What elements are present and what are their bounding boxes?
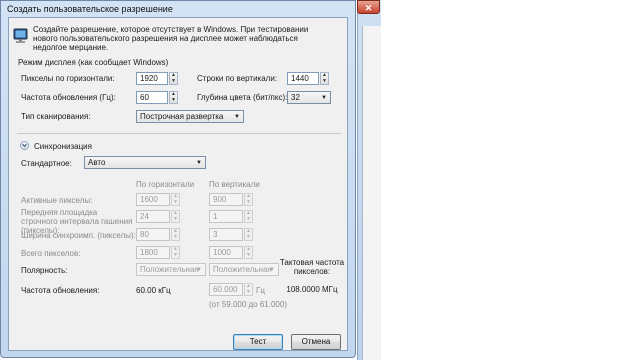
active-h-input[interactable]: 1600 (136, 193, 170, 206)
sync-width-v-spinner[interactable]: ▲ ▼ (244, 228, 253, 241)
v-lines-spinner[interactable]: ▲ ▼ (320, 72, 329, 85)
test-button[interactable]: Тест (233, 334, 283, 350)
refresh-hz-spinner[interactable]: ▲ ▼ (244, 283, 253, 296)
dropdown-arrow-icon: ▼ (196, 267, 202, 273)
standard-select[interactable]: Авто ▼ (84, 156, 206, 169)
front-porch-h-input[interactable]: 24 (136, 210, 170, 223)
refresh-spinner[interactable]: ▲ ▼ (169, 91, 178, 104)
spin-down-icon[interactable]: ▼ (321, 78, 328, 85)
spin-down-icon[interactable]: ▼ (245, 252, 252, 259)
standard-value: Авто (88, 158, 106, 167)
total-v-input[interactable]: 1000 (209, 246, 243, 259)
intro-text: Создайте разрешение, которое отсутствует… (33, 25, 309, 52)
close-icon[interactable]: ✕ (357, 0, 380, 14)
refresh-input[interactable]: 60 (136, 91, 168, 104)
spin-down-icon[interactable]: ▼ (172, 234, 179, 241)
scan-type-select[interactable]: Построчная развертка ▼ (136, 110, 244, 123)
color-depth-select[interactable]: 32 ▼ (287, 91, 331, 104)
polarity-h-select[interactable]: Положительная ▼ (136, 263, 206, 276)
spin-down-icon[interactable]: ▼ (245, 216, 252, 223)
polarity-label: Полярность: (21, 266, 68, 275)
color-depth-label: Глубина цвета (бит/пкс): (197, 93, 288, 102)
spin-down-icon[interactable]: ▼ (170, 78, 177, 85)
active-h-spinner[interactable]: ▲ ▼ (171, 193, 180, 206)
dialog-title: Создать пользовательское разрешение (7, 4, 173, 14)
timing-section-label: Синхронизация (34, 142, 92, 151)
dropdown-arrow-icon: ▼ (234, 114, 240, 120)
background-window (357, 0, 381, 360)
v-lines-input[interactable]: 1440 (287, 72, 319, 85)
refresh-label: Частота обновления (Гц): (21, 93, 116, 102)
column-header-horizontal: По горизонтали (136, 180, 195, 189)
pixel-clock-label: Тактовая частота пикселов: (279, 258, 345, 276)
display-mode-section-label: Режим дисплея (как сообщает Windows) (18, 58, 169, 67)
total-v-spinner[interactable]: ▲ ▼ (244, 246, 253, 259)
pixel-clock-value: 108.0000 МГц (286, 285, 338, 294)
spin-down-icon[interactable]: ▼ (245, 289, 252, 296)
sync-width-label: Ширина синхроимп. (пикселы): (21, 231, 136, 240)
refresh-range-text: (от 59.000 до 61.000) (209, 300, 287, 309)
background-window-content (362, 26, 381, 360)
spin-down-icon[interactable]: ▼ (172, 199, 179, 206)
dropdown-arrow-icon: ▼ (321, 95, 327, 101)
front-porch-v-spinner[interactable]: ▲ ▼ (244, 210, 253, 223)
h-pixels-spinner[interactable]: ▲ ▼ (169, 72, 178, 85)
h-pixels-label: Пикселы по горизонтали: (21, 74, 115, 83)
color-depth-value: 32 (291, 93, 300, 102)
active-v-spinner[interactable]: ▲ ▼ (244, 193, 253, 206)
scan-type-label: Тип сканирования: (21, 112, 91, 121)
standard-label: Стандартное: (21, 159, 72, 168)
active-v-input[interactable]: 900 (209, 193, 243, 206)
polarity-h-value: Положительная (140, 265, 199, 274)
custom-resolution-dialog: Создать пользовательское разрешение Созд… (0, 0, 356, 358)
spin-down-icon[interactable]: ▼ (245, 199, 252, 206)
refresh-hz-unit: Гц (256, 286, 265, 295)
polarity-v-select[interactable]: Положительная ▼ (209, 263, 279, 276)
dialog-client-area: Создайте разрешение, которое отсутствует… (8, 17, 348, 351)
total-h-spinner[interactable]: ▲ ▼ (171, 246, 180, 259)
sync-width-h-spinner[interactable]: ▲ ▼ (171, 228, 180, 241)
sync-width-v-input[interactable]: 3 (209, 228, 243, 241)
spin-down-icon[interactable]: ▼ (170, 97, 177, 104)
refresh-rate-label: Частота обновления: (21, 286, 100, 295)
spin-down-icon[interactable]: ▼ (245, 234, 252, 241)
front-porch-h-spinner[interactable]: ▲ ▼ (171, 210, 180, 223)
cancel-button[interactable]: Отмена (291, 334, 341, 350)
expander-chevron-icon[interactable] (20, 141, 29, 150)
scan-type-value: Построчная развертка (140, 112, 224, 121)
active-pixels-label: Активные пикселы: (21, 196, 93, 205)
section-divider (17, 133, 341, 134)
spin-down-icon[interactable]: ▼ (172, 216, 179, 223)
refresh-khz-value: 60.00 кГц (136, 286, 171, 295)
dropdown-arrow-icon: ▼ (269, 267, 275, 273)
spin-down-icon[interactable]: ▼ (172, 252, 179, 259)
monitor-icon (13, 28, 28, 44)
front-porch-v-input[interactable]: 1 (209, 210, 243, 223)
column-header-vertical: По вертикали (209, 180, 260, 189)
polarity-v-value: Положительная (213, 265, 272, 274)
refresh-hz-input[interactable]: 60.000 (209, 283, 243, 296)
sync-width-h-input[interactable]: 80 (136, 228, 170, 241)
dropdown-arrow-icon: ▼ (196, 160, 202, 166)
h-pixels-input[interactable]: 1920 (136, 72, 168, 85)
total-h-input[interactable]: 1800 (136, 246, 170, 259)
total-pixels-label: Всего пикселов: (21, 249, 81, 258)
v-lines-label: Строки по вертикали: (197, 74, 278, 83)
